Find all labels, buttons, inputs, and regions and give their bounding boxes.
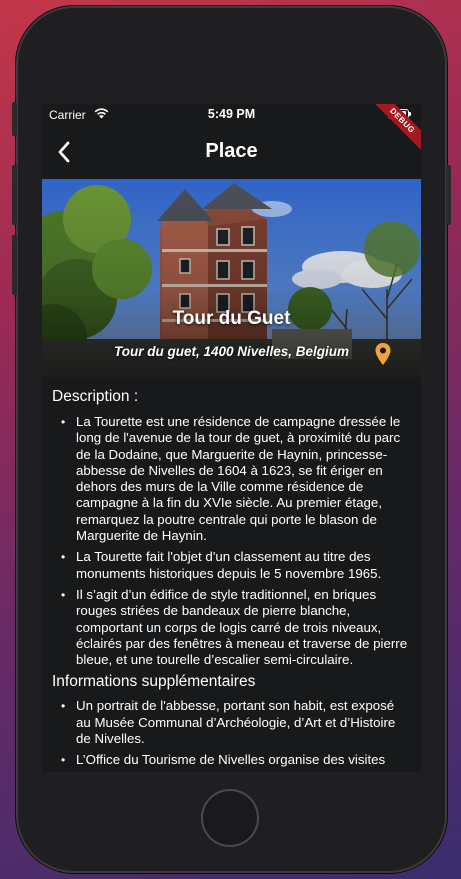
place-hero-image: Tour du Guet Tour du guet, 1400 Nivelles… [42,179,421,378]
extra-info-heading: Informations supplémentaires [52,673,256,691]
power-button [446,165,451,225]
place-details: Description : La Tourette est une réside… [42,388,421,769]
clock: 5:49 PM [207,107,256,121]
app-screen: Carrier 5:49 PM DEBUG Place Tour du Guet… [42,104,421,772]
page-title: Place [205,140,258,162]
home-button[interactable] [201,789,259,847]
volume-down-button [12,235,17,295]
mute-switch [12,102,17,136]
description-item: La Tourette fait l'objet d'un classement… [52,549,421,582]
app-bar: Place [42,126,421,179]
place-address: Tour du guet, 1400 Nivelles, Belgium [113,344,350,359]
description-heading: Description : [52,388,139,405]
status-bar: Carrier 5:49 PM DEBUG [42,104,421,157]
description-list: La Tourette est une résidence de campagn… [52,414,421,668]
extra-info-item: L’Office du Tourisme de Nivelles organis… [52,752,421,769]
map-pin-button[interactable] [374,342,392,366]
description-item: Il s’agit d’un édifice de style traditio… [52,587,421,668]
description-item: La Tourette est une résidence de campagn… [52,414,421,544]
volume-up-button [12,165,17,225]
extra-info-item: Un portrait de l'abbesse, portant son ha… [52,698,421,747]
place-name: Tour du Guet [172,308,291,329]
extra-info-list: Un portrait de l'abbesse, portant son ha… [52,698,421,768]
location-pin-icon [375,343,391,365]
